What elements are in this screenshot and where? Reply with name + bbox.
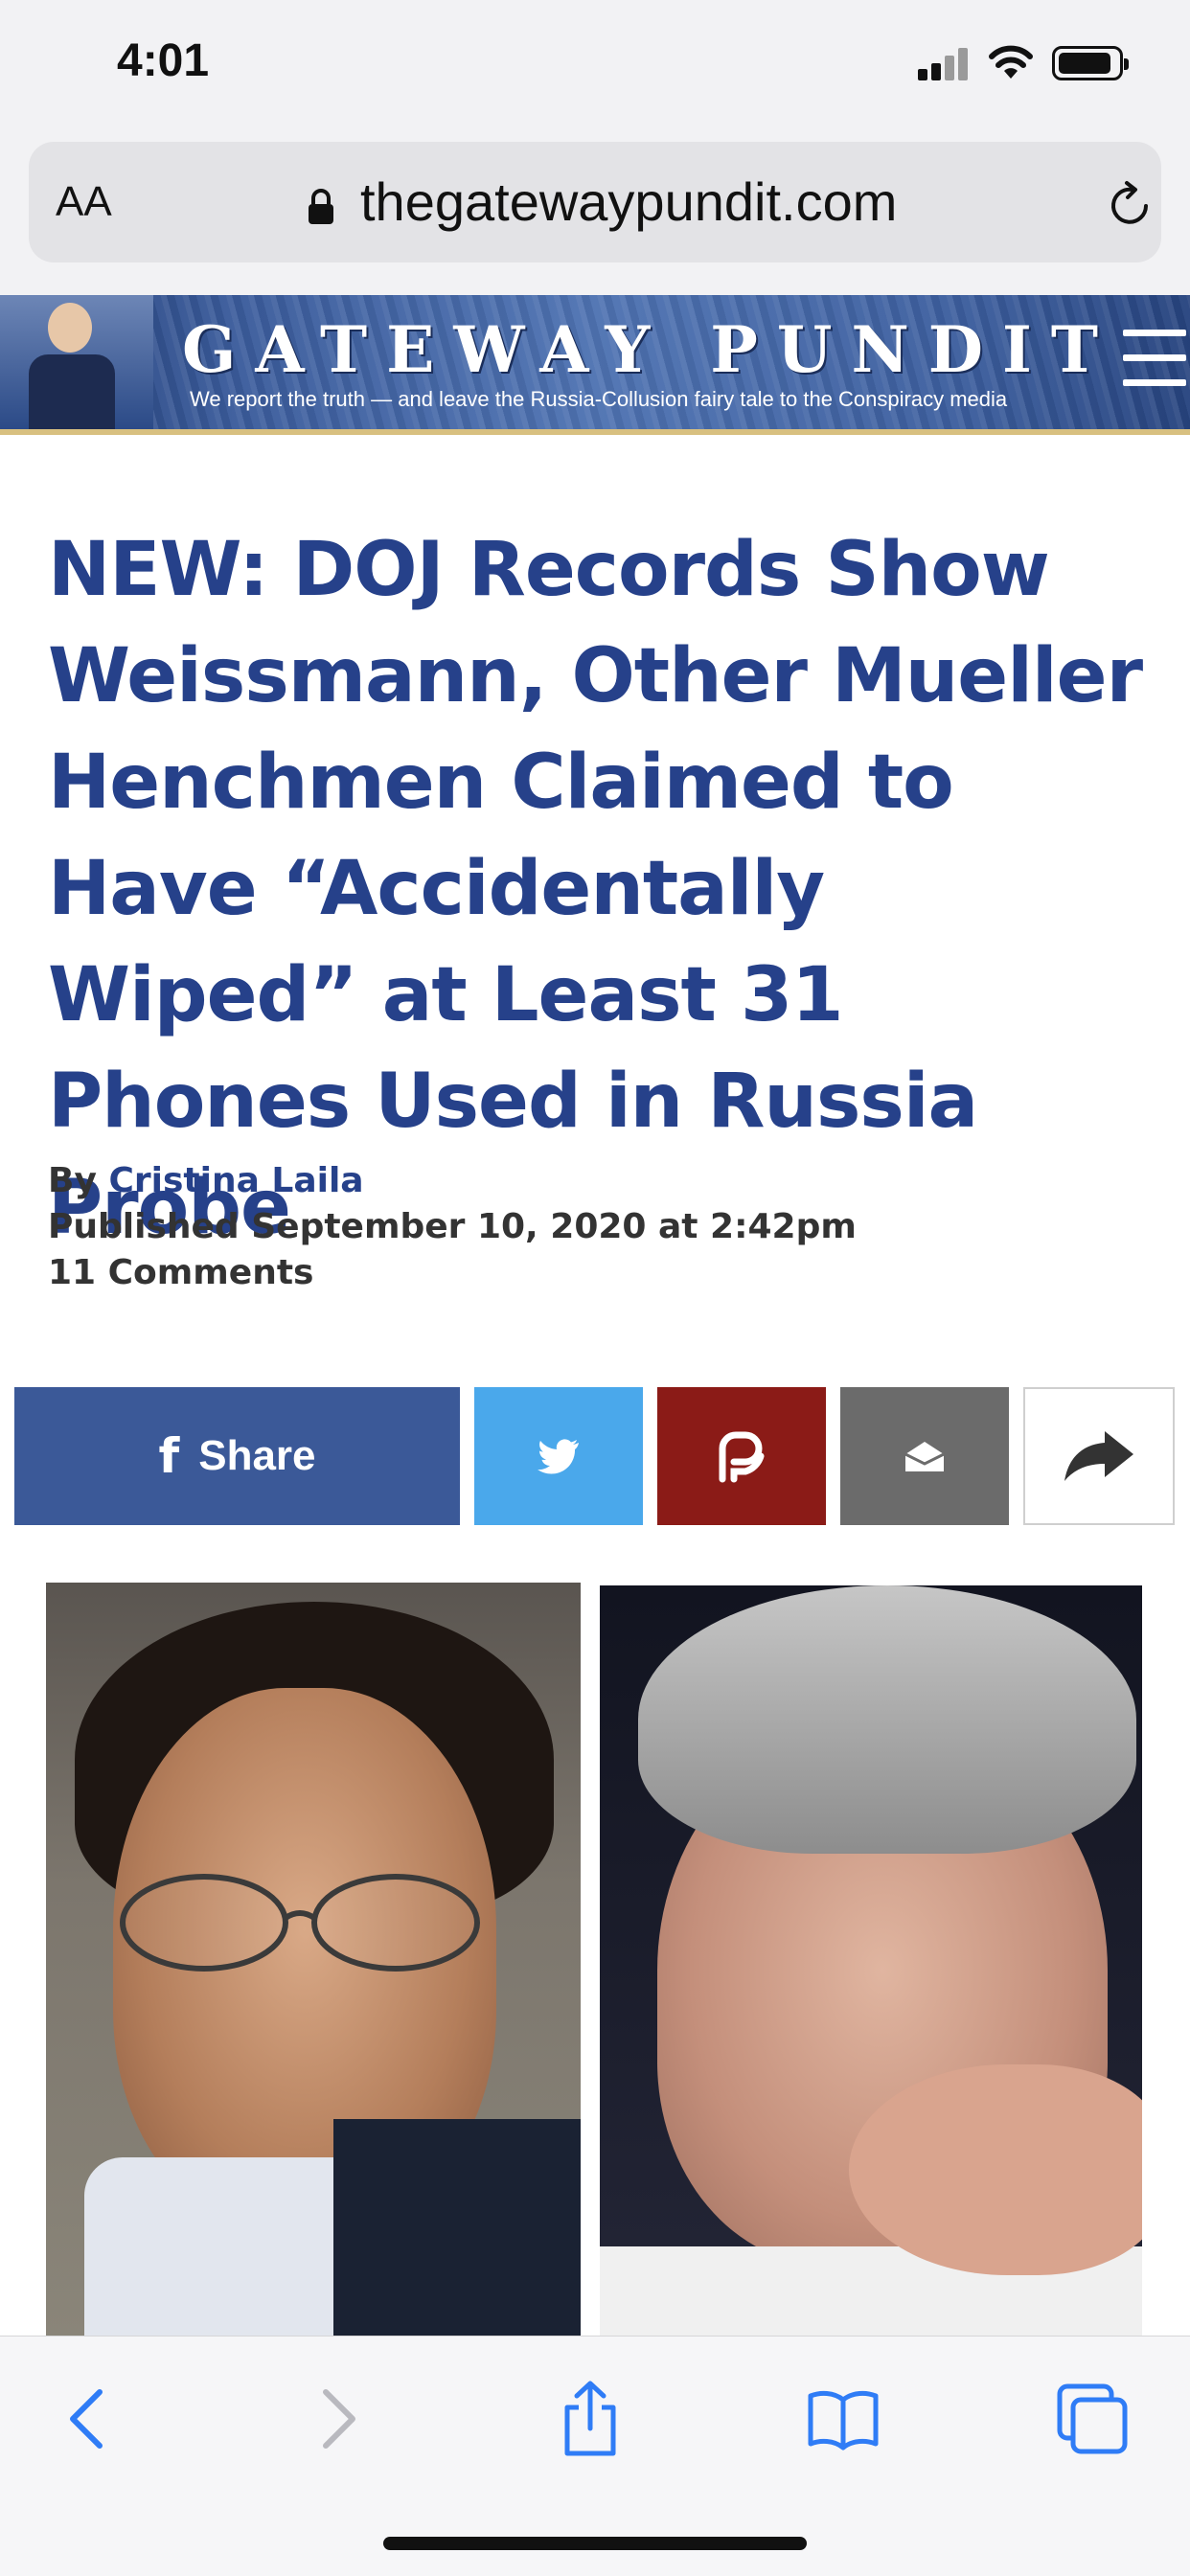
more-share-button[interactable] [1023, 1387, 1175, 1525]
status-time: 4:01 [117, 35, 210, 86]
lock-icon [309, 189, 333, 224]
banner-photo [0, 295, 153, 429]
parler-share-button[interactable] [657, 1387, 826, 1525]
site-logo-title[interactable]: GATEWAY PUNDIT [182, 312, 1117, 387]
wifi-icon [989, 45, 1033, 79]
email-share-button[interactable] [840, 1387, 1009, 1525]
reload-icon[interactable] [1104, 180, 1156, 232]
address-bar[interactable]: AA thegatewaypundit.com [29, 142, 1161, 262]
home-indicator[interactable] [383, 2537, 807, 2550]
forward-share-icon [1064, 1431, 1133, 1481]
publish-date: Published September 10, 2020 at 2:42pm [48, 1207, 857, 1246]
url-domain[interactable]: thegatewaypundit.com [360, 171, 897, 233]
article-byline: By Cristina Laila [48, 1161, 364, 1200]
header-divider [0, 429, 1190, 435]
bookmarks-icon[interactable] [805, 2381, 881, 2457]
parler-icon [719, 1431, 765, 1483]
article-photo-right [600, 1585, 1142, 2336]
facebook-share-label: Share [198, 1432, 316, 1479]
facebook-share-button[interactable]: f Share [14, 1387, 460, 1525]
article-headline: NEW: DOJ Records Show Weissmann, Other M… [48, 527, 1143, 1251]
twitter-share-button[interactable] [474, 1387, 643, 1525]
comments-link[interactable]: 11 Comments [48, 1253, 314, 1292]
status-bar: 4:01 [0, 0, 1190, 134]
email-icon [904, 1442, 945, 1471]
byline-prefix: By [48, 1161, 109, 1200]
article-photo-left [46, 1583, 581, 2336]
author-link[interactable]: Cristina Laila [108, 1161, 363, 1200]
forward-icon[interactable] [299, 2381, 376, 2457]
share-icon[interactable] [552, 2381, 629, 2457]
site-tagline: We report the truth — and leave the Russ… [190, 387, 1008, 411]
battery-icon [1052, 46, 1129, 80]
twitter-icon [538, 1439, 579, 1474]
tabs-icon[interactable] [1054, 2381, 1131, 2457]
browser-address-area: AA thegatewaypundit.com [0, 134, 1190, 295]
facebook-icon: f [158, 1428, 180, 1484]
text-size-button[interactable]: AA [56, 178, 112, 226]
back-icon[interactable] [50, 2381, 126, 2457]
site-header-banner[interactable]: GATEWAY PUNDIT We report the truth — and… [0, 295, 1190, 429]
cellular-signal-icon [918, 48, 972, 80]
